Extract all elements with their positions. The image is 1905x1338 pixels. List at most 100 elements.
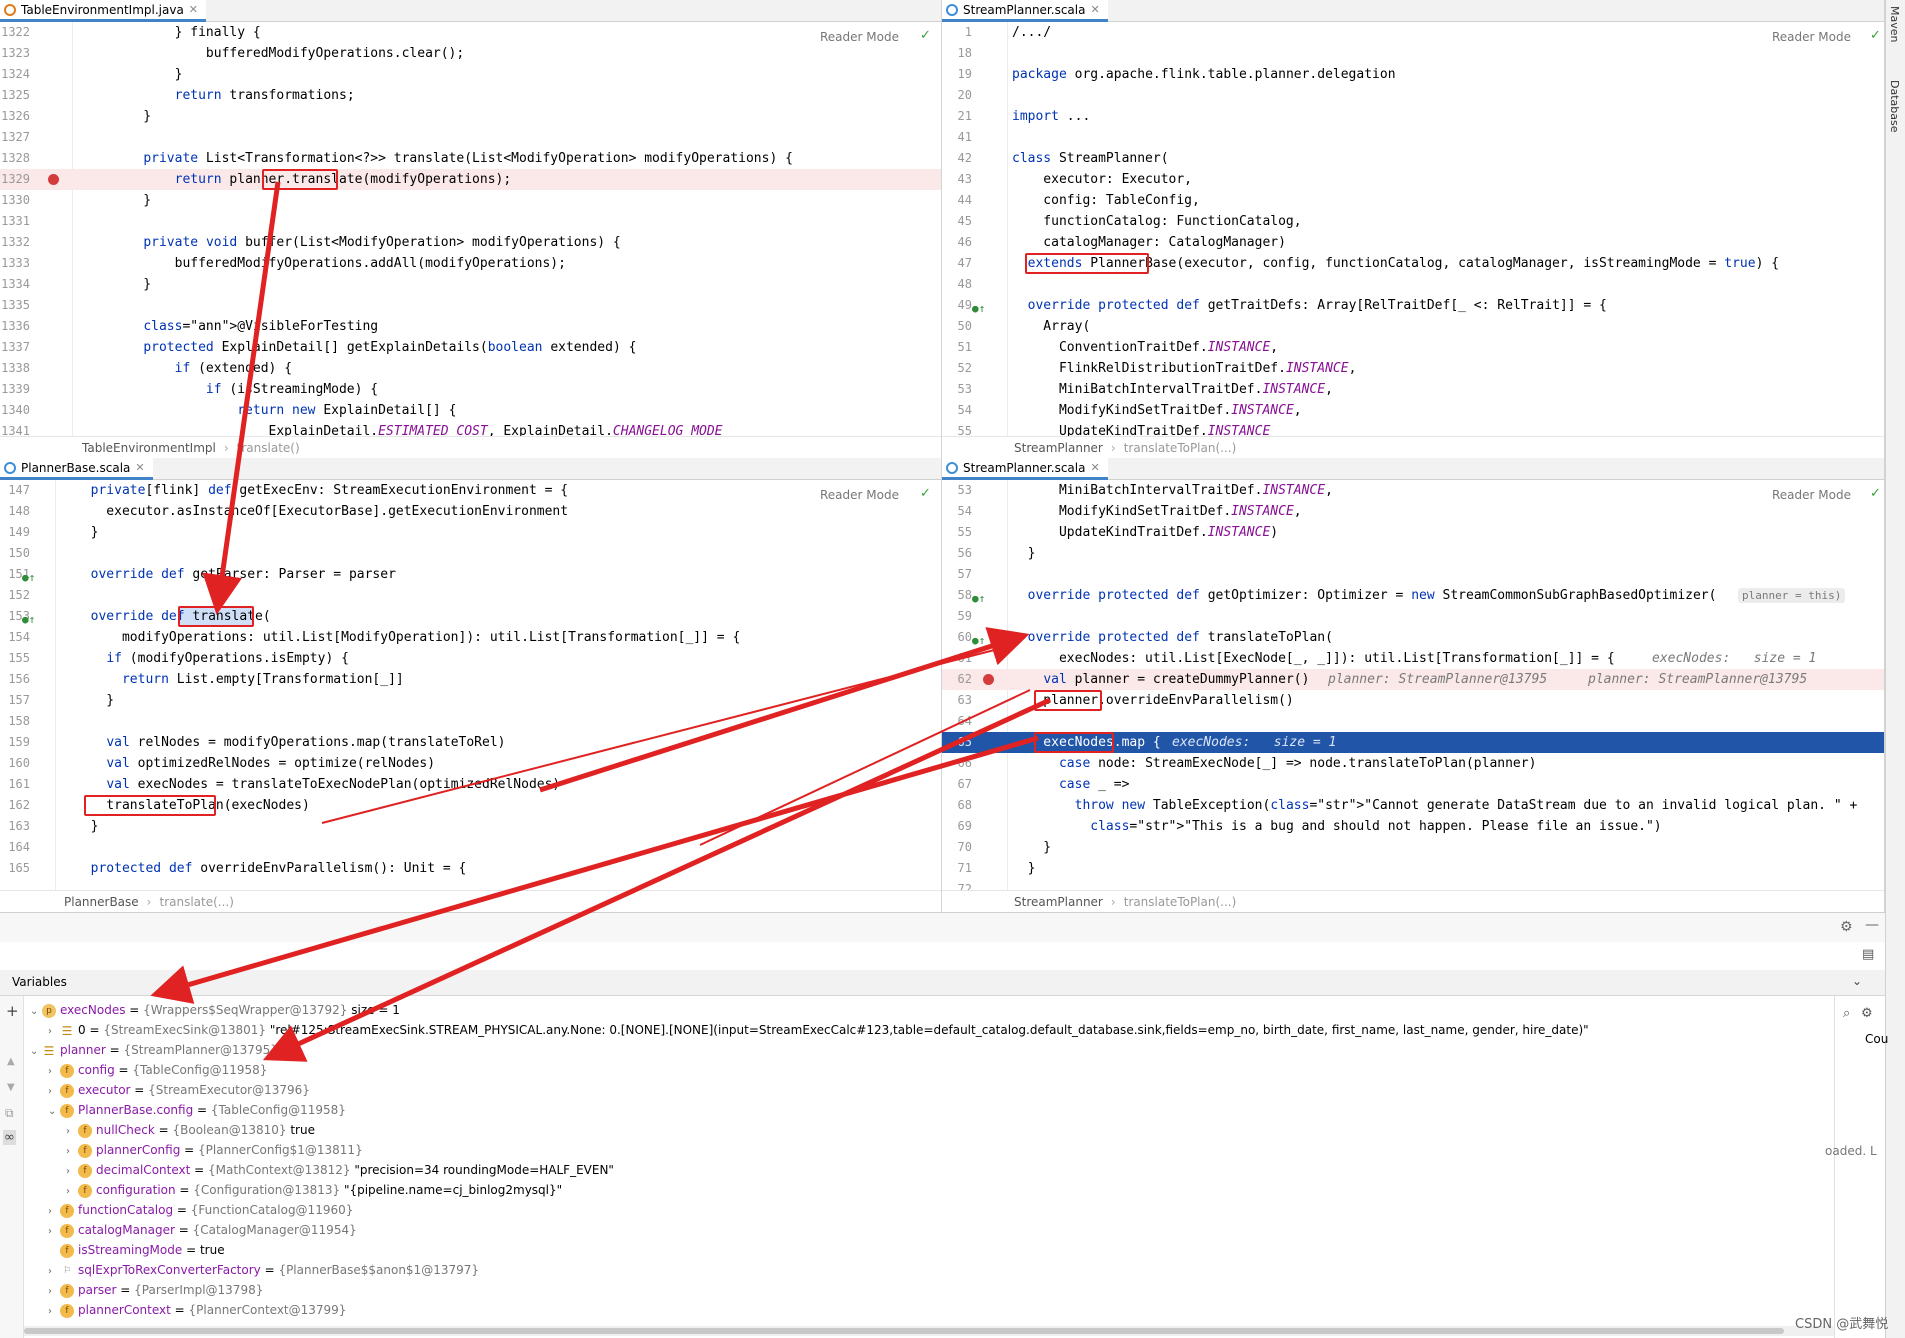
line-number[interactable]: 1325 — [0, 85, 30, 106]
code-area[interactable]: 147 private[flink] def getExecEnv: Strea… — [0, 480, 941, 890]
code-line[interactable]: 1328 private List<Transformation<?>> tra… — [0, 148, 941, 169]
line-number[interactable]: 162 — [0, 795, 30, 816]
reader-mode-button[interactable]: Reader Mode — [1772, 488, 1851, 502]
line-number[interactable]: 1336 — [0, 316, 30, 337]
code-area[interactable]: 53 MiniBatchIntervalTraitDef.INSTANCE, 54… — [942, 480, 1884, 896]
code-line[interactable]: 1337 protected ExplainDetail[] getExplai… — [0, 337, 941, 358]
line-number[interactable]: 57 — [942, 564, 972, 585]
breakpoint-icon[interactable] — [983, 674, 994, 685]
line-number[interactable]: 164 — [0, 837, 30, 858]
line-number[interactable]: 20 — [942, 85, 972, 106]
code-line[interactable]: 159 val relNodes = modifyOperations.map(… — [0, 732, 941, 753]
layout-icon[interactable]: ▤ — [1862, 947, 1874, 962]
line-number[interactable]: 58 — [942, 585, 972, 606]
variable-row[interactable]: › f parser = {ParserImpl@13798} — [48, 1280, 263, 1300]
line-number[interactable]: 49 — [942, 295, 972, 316]
breadcrumb-method[interactable]: translate() — [237, 441, 300, 455]
line-number[interactable]: 1332 — [0, 232, 30, 253]
line-number[interactable]: 67 — [942, 774, 972, 795]
code-area[interactable]: 1 /.../ 18 19 package org.apache.flink.table… — [942, 22, 1884, 439]
code-line[interactable]: 164 — [0, 837, 941, 858]
code-line[interactable]: 165 protected def overrideEnvParallelism… — [0, 858, 941, 879]
variable-row[interactable]: › ⚐ sqlExprToRexConverterFactory = {Planne… — [48, 1260, 479, 1280]
chevron-right-icon[interactable]: › — [48, 1302, 60, 1322]
line-number[interactable]: 65 — [942, 732, 972, 753]
code-line[interactable]: 1334 } — [0, 274, 941, 295]
code-line[interactable]: 45 functionCatalog: FunctionCatalog, — [942, 211, 1884, 232]
breadcrumb-method[interactable]: translateToPlan(...) — [1124, 441, 1237, 455]
settings-gear-icon[interactable]: ⚙ — [1840, 919, 1853, 935]
line-number[interactable]: 70 — [942, 837, 972, 858]
line-number[interactable]: 1337 — [0, 337, 30, 358]
code-line[interactable]: 152 — [0, 585, 941, 606]
tab-stream-planner[interactable]: StreamPlanner.scala ✕ — [942, 0, 1108, 22]
code-line[interactable]: 19 package org.apache.flink.table.planner… — [942, 64, 1884, 85]
code-line[interactable]: 44 config: TableConfig, — [942, 190, 1884, 211]
breadcrumb-class[interactable]: StreamPlanner — [1014, 895, 1103, 909]
line-number[interactable]: 147 — [0, 480, 30, 501]
code-line[interactable]: 57 — [942, 564, 1884, 585]
line-number[interactable]: 61 — [942, 648, 972, 669]
code-line[interactable]: 53 MiniBatchIntervalTraitDef.INSTANCE, — [942, 480, 1884, 501]
line-number[interactable]: 71 — [942, 858, 972, 879]
line-number[interactable]: 148 — [0, 501, 30, 522]
line-number[interactable]: 62 — [942, 669, 972, 690]
line-number[interactable]: 158 — [0, 711, 30, 732]
search-icon[interactable]: ⌕ — [1843, 1006, 1850, 1021]
code-line[interactable]: 58 override protected def getOptimizer: … — [942, 585, 1884, 606]
code-line[interactable]: 48 — [942, 274, 1884, 295]
code-line[interactable]: 66 case node: StreamExecNode[_] => node.… — [942, 753, 1884, 774]
code-line[interactable]: 154 modifyOperations: util.List[ModifyOp… — [0, 627, 941, 648]
tab-stream-planner[interactable]: StreamPlanner.scala ✕ — [942, 458, 1108, 480]
breadcrumb-class[interactable]: PlannerBase — [64, 895, 139, 909]
line-number[interactable]: 51 — [942, 337, 972, 358]
code-line[interactable]: 1327 — [0, 127, 941, 148]
line-number[interactable]: 165 — [0, 858, 30, 879]
code-line[interactable]: 1336 class="ann">@VisibleForTesting — [0, 316, 941, 337]
code-line[interactable]: 1325 return transformations; — [0, 85, 941, 106]
chevron-right-icon[interactable]: › — [66, 1162, 78, 1182]
breakpoint-icon[interactable] — [48, 174, 59, 185]
close-icon[interactable]: ✕ — [189, 3, 198, 16]
code-line[interactable]: 70 } — [942, 837, 1884, 858]
chevron-right-icon[interactable]: › — [48, 1222, 60, 1242]
code-line[interactable]: 54 ModifyKindSetTraitDef.INSTANCE, — [942, 400, 1884, 421]
database-tool-tab[interactable]: Database — [1888, 80, 1901, 133]
line-number[interactable]: 156 — [0, 669, 30, 690]
code-line[interactable]: 42 class StreamPlanner( — [942, 148, 1884, 169]
line-number[interactable]: 18 — [942, 43, 972, 64]
line-number[interactable]: 1 — [942, 22, 972, 43]
add-watch-icon[interactable]: + — [6, 1002, 19, 1020]
line-number[interactable]: 1329 — [0, 169, 30, 190]
line-number[interactable]: 157 — [0, 690, 30, 711]
code-line[interactable]: 161 val execNodes = translateToExecNodeP… — [0, 774, 941, 795]
code-line[interactable]: 20 — [942, 85, 1884, 106]
line-number[interactable]: 41 — [942, 127, 972, 148]
code-line[interactable]: 149 } — [0, 522, 941, 543]
chevron-right-icon[interactable]: › — [48, 1062, 60, 1082]
code-line[interactable]: 1340 return new ExplainDetail[] { — [0, 400, 941, 421]
breadcrumb-method[interactable]: translateToPlan(...) — [1124, 895, 1237, 909]
chevron-right-icon[interactable]: › — [48, 1022, 60, 1042]
line-number[interactable]: 1327 — [0, 127, 30, 148]
code-line[interactable]: 62 val planner = createDummyPlanner() pla… — [942, 669, 1884, 690]
code-line[interactable]: 1332 private void buffer(List<ModifyOper… — [0, 232, 941, 253]
line-number[interactable]: 53 — [942, 480, 972, 501]
line-number[interactable]: 1328 — [0, 148, 30, 169]
chevron-right-icon[interactable]: › — [66, 1142, 78, 1162]
code-line[interactable]: 43 executor: Executor, — [942, 169, 1884, 190]
line-number[interactable]: 160 — [0, 753, 30, 774]
line-number[interactable]: 149 — [0, 522, 30, 543]
close-icon[interactable]: ✕ — [1090, 461, 1099, 474]
line-number[interactable]: 155 — [0, 648, 30, 669]
code-line[interactable]: 52 FlinkRelDistributionTraitDef.INSTANCE… — [942, 358, 1884, 379]
variable-row[interactable]: › ☰ 0 = {StreamExecSink@13801} "rel#125:St… — [48, 1020, 1589, 1040]
line-number[interactable]: 19 — [942, 64, 972, 85]
line-number[interactable]: 1326 — [0, 106, 30, 127]
code-line[interactable]: 1331 — [0, 211, 941, 232]
variable-row[interactable]: ⌄ f PlannerBase.config = {TableConfig@1195… — [48, 1100, 346, 1120]
line-number[interactable]: 54 — [942, 501, 972, 522]
code-line[interactable]: 56 } — [942, 543, 1884, 564]
line-number[interactable]: 1323 — [0, 43, 30, 64]
copy-icon[interactable]: ⧉ — [5, 1106, 14, 1121]
